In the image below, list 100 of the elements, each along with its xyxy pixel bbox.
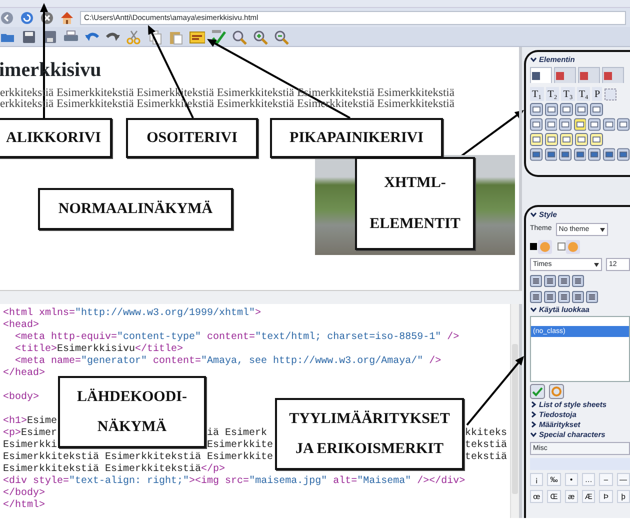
refresh-icon[interactable]: [549, 384, 564, 399]
callout-label: XHTML- ELEMENTIT: [355, 157, 475, 250]
code-text: <title>Esimerkkisivu</title>: [15, 344, 184, 356]
format-button[interactable]: T₄: [576, 87, 590, 101]
callout-label: TYYLIMÄÄRITYKSET JA ERIKOISMERKIT: [275, 398, 464, 470]
chevron-icon[interactable]: [530, 56, 537, 63]
css-icon[interactable]: [189, 28, 205, 44]
align-icon[interactable]: [558, 291, 570, 303]
chevron-icon[interactable]: [530, 306, 537, 313]
panel-tab[interactable]: [554, 67, 576, 83]
reload-icon[interactable]: [20, 10, 34, 24]
code-text: iä Esimerk: [207, 428, 268, 440]
scissors-icon[interactable]: [126, 28, 142, 44]
chevron-icon[interactable]: [530, 211, 537, 218]
code-text: tekstiä: [465, 452, 508, 464]
callout-label: PIKAPAINIKERIVI: [270, 118, 443, 158]
code-text: tekstiä: [465, 440, 508, 452]
caret-icon: [594, 262, 599, 266]
code-text: <div style="text-align: right;"><img src="maisema.jpg" alt="Maisema" /></div>: [3, 476, 466, 488]
list-icon[interactable]: [530, 103, 543, 116]
home-icon[interactable]: [60, 10, 74, 24]
format-button[interactable]: T₁: [530, 87, 544, 101]
code-text: Esimerkkitekstiä Esimerkkitekstiä Esimerkkite: [3, 452, 274, 464]
code-text: <body>: [3, 392, 40, 404]
align-icon[interactable]: [544, 291, 556, 303]
panel-tab[interactable]: [530, 67, 552, 83]
table-icon[interactable]: [530, 148, 543, 161]
code-text: <p>Esimer: [3, 428, 58, 440]
back-icon[interactable]: [0, 10, 14, 24]
panel-tab[interactable]: [578, 67, 600, 83]
align-icon[interactable]: [572, 275, 584, 287]
format-button[interactable]: P: [592, 87, 602, 101]
code-text: </body>: [3, 488, 46, 500]
table-icon[interactable]: [574, 148, 586, 161]
callout-label: OSOITERIVI: [126, 118, 258, 158]
table-icon[interactable]: [588, 148, 601, 161]
insert-icon[interactable]: [545, 133, 558, 146]
text-style-icon[interactable]: [602, 118, 616, 131]
code-text: Esimerkki: [3, 440, 58, 452]
spellcheck-icon[interactable]: [210, 28, 226, 44]
chevron-icon[interactable]: [530, 431, 537, 438]
scrollbar[interactable]: [510, 304, 519, 518]
code-text: <h1>Esime: [3, 416, 58, 428]
zoom-out-icon[interactable]: [273, 28, 289, 44]
table-icon[interactable]: [617, 148, 630, 161]
save-icon[interactable]: [21, 28, 37, 44]
list-icon[interactable]: [545, 103, 558, 116]
insert-icon[interactable]: [530, 133, 543, 146]
align-icon[interactable]: [530, 275, 542, 287]
code-text: </html>: [3, 500, 46, 512]
table-icon[interactable]: [544, 148, 558, 161]
chevron-icon[interactable]: [530, 411, 537, 418]
align-icon[interactable]: [558, 275, 570, 287]
table-icon[interactable]: [559, 148, 572, 161]
callout-label: LÄHDEKOODI- NÄKYMÄ: [58, 376, 206, 448]
callout-arrow: [466, 356, 524, 426]
code-text: <html xmlns="http://www.w3.org/1999/xhtml">: [3, 308, 262, 320]
align-icon[interactable]: [530, 291, 542, 303]
chevron-icon[interactable]: [530, 421, 537, 428]
text-style-icon[interactable]: [588, 118, 601, 131]
zoom-in-icon[interactable]: [252, 28, 268, 44]
text-style-icon[interactable]: [559, 118, 572, 131]
caret-icon: [600, 228, 605, 232]
page-icon: [579, 70, 589, 80]
save-as-icon[interactable]: [42, 28, 58, 44]
code-text: </head>: [3, 368, 46, 380]
code-text: Esimerkkite: [207, 440, 274, 452]
text-style-icon[interactable]: [574, 118, 586, 131]
list-icon[interactable]: [575, 103, 588, 116]
chevron-icon[interactable]: [530, 401, 537, 408]
table-icon[interactable]: [602, 148, 616, 161]
page-icon: [555, 70, 565, 80]
code-text: <meta name="generator" content="Amaya, see http://www.w3.org/Amaya/" />: [15, 356, 442, 368]
background-color-icon[interactable]: [556, 240, 580, 254]
stop-icon[interactable]: [40, 10, 54, 24]
panel-tab[interactable]: [602, 67, 624, 83]
callout-label: ALIKKORIVI: [0, 118, 112, 158]
callout-arrow: [459, 110, 524, 158]
page-icon: [603, 70, 613, 80]
insert-icon[interactable]: [575, 133, 588, 146]
code-text: <meta http-equiv="content-type" content="text/html; charset=iso-8859-1" />: [15, 332, 460, 344]
page-icon: [531, 70, 541, 80]
insert-icon[interactable]: [560, 133, 573, 146]
format-button[interactable]: T₂: [546, 87, 560, 101]
text-style-icon[interactable]: [530, 118, 543, 131]
code-text: Esimerkkitekstiä Esimerkkitekstiä</p>: [3, 464, 226, 476]
insert-icon[interactable]: [590, 133, 603, 146]
text-color-icon[interactable]: [530, 240, 552, 254]
align-icon[interactable]: [586, 291, 598, 303]
align-icon[interactable]: [544, 275, 556, 287]
list-icon[interactable]: [560, 103, 573, 116]
align-icon[interactable]: [572, 291, 584, 303]
text-style-icon[interactable]: [617, 118, 630, 131]
code-text: <head>: [3, 320, 40, 332]
code-text: kkiteks: [465, 428, 508, 440]
list-icon[interactable]: [590, 103, 603, 116]
callout-label: NORMAALINÄKYMÄ: [38, 188, 233, 230]
text-style-icon[interactable]: [544, 118, 558, 131]
format-button[interactable]: T₃: [561, 87, 575, 101]
search-icon[interactable]: [231, 28, 247, 44]
